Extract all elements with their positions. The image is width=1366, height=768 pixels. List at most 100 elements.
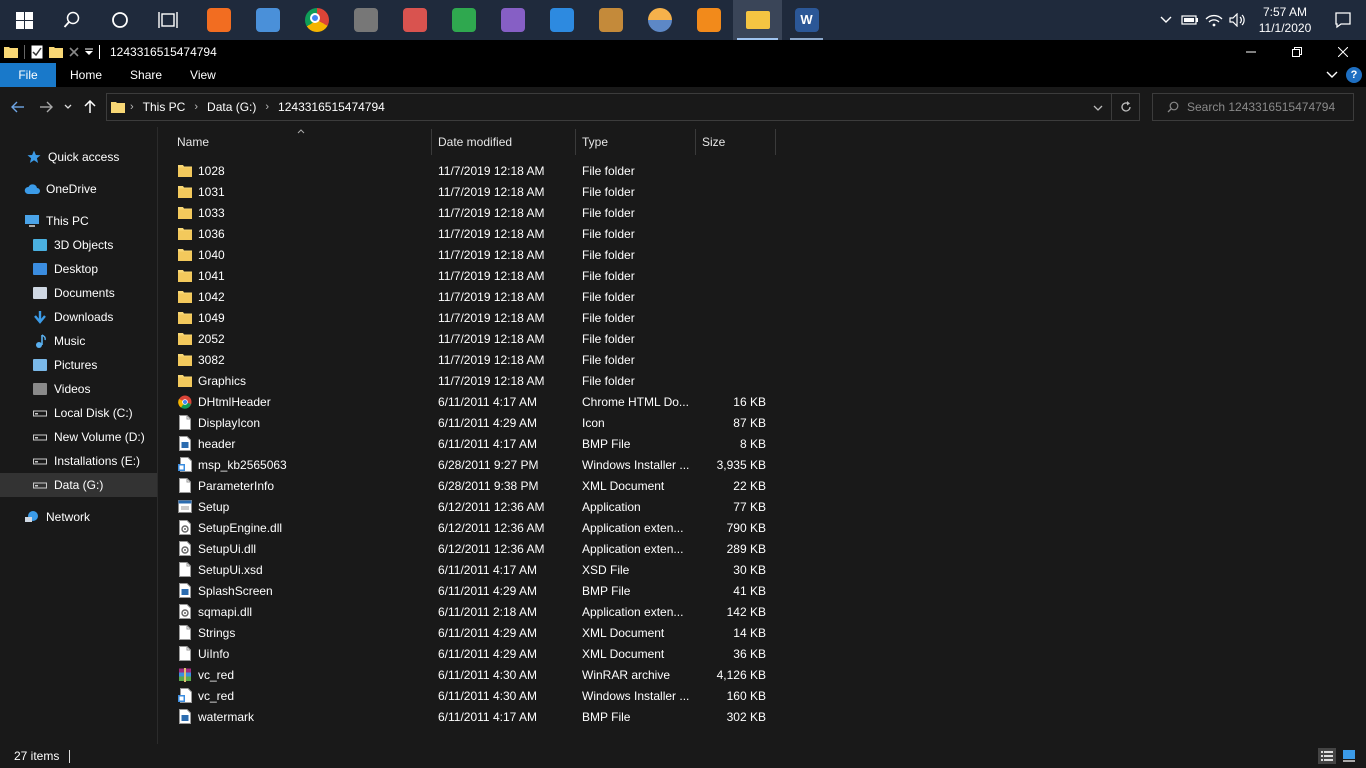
table-row[interactable]: DHtmlHeader 6/11/2011 4:17 AM Chrome HTML … (159, 391, 768, 412)
customize-toolbar-icon[interactable] (85, 48, 93, 56)
forward-button[interactable] (32, 93, 60, 121)
table-row[interactable]: 1040 11/7/2019 12:18 AM File folder (159, 244, 768, 265)
close-button[interactable] (1320, 40, 1366, 63)
nav-quick-access[interactable]: Quick access (0, 145, 157, 169)
file-name-cell: Graphics (159, 373, 432, 389)
taskbar-app-chrome[interactable] (292, 0, 341, 40)
taskbar-app-laptop-app[interactable] (243, 0, 292, 40)
tab-share[interactable]: Share (116, 63, 176, 87)
table-row[interactable]: msp_kb2565063 6/28/2011 9:27 PM Windows In… (159, 454, 768, 475)
table-row[interactable]: 2052 11/7/2019 12:18 AM File folder (159, 328, 768, 349)
taskbar-app-git[interactable] (586, 0, 635, 40)
column-header-date[interactable]: Date modified (432, 129, 576, 155)
table-row[interactable]: 1041 11/7/2019 12:18 AM File folder (159, 265, 768, 286)
cortana-button[interactable] (96, 0, 144, 40)
help-icon[interactable]: ? (1346, 67, 1362, 83)
nav-item-videos[interactable]: Videos (0, 377, 157, 401)
nav-item-desktop[interactable]: Desktop (0, 257, 157, 281)
properties-icon[interactable] (31, 45, 43, 59)
search-button[interactable] (48, 0, 96, 40)
table-row[interactable]: UiInfo 6/11/2011 4:29 AM XML Document 36 KB (159, 643, 768, 664)
taskbar-app-green-bin[interactable] (439, 0, 488, 40)
nav-item-music[interactable]: Music (0, 329, 157, 353)
column-header-size[interactable]: Size (696, 129, 776, 155)
large-icons-view-button[interactable] (1340, 748, 1358, 764)
clock[interactable]: 7:57 AM 11/1/2020 (1250, 4, 1320, 36)
table-row[interactable]: 1028 11/7/2019 12:18 AM File folder (159, 160, 768, 181)
nav-onedrive[interactable]: OneDrive (0, 177, 157, 201)
task-view-button[interactable] (144, 0, 192, 40)
nav-item-documents[interactable]: Documents (0, 281, 157, 305)
search-box[interactable] (1152, 93, 1354, 121)
taskbar-app-weather[interactable] (635, 0, 684, 40)
expand-ribbon-icon[interactable] (1326, 71, 1338, 79)
taskbar-app-word[interactable]: W (782, 0, 831, 40)
action-center-button[interactable] (1320, 0, 1366, 40)
table-row[interactable]: 1033 11/7/2019 12:18 AM File folder (159, 202, 768, 223)
breadcrumb-this-pc[interactable]: This PC (139, 100, 190, 114)
table-row[interactable]: SetupUi.dll 6/12/2011 12:36 AM Application… (159, 538, 768, 559)
table-row[interactable]: sqmapi.dll 6/11/2011 2:18 AM Application e… (159, 601, 768, 622)
battery-button[interactable] (1178, 0, 1202, 40)
table-row[interactable]: ParameterInfo 6/28/2011 9:38 PM XML Docume… (159, 475, 768, 496)
table-row[interactable]: 3082 11/7/2019 12:18 AM File folder (159, 349, 768, 370)
refresh-button[interactable] (1111, 94, 1139, 120)
breadcrumb-data-drive[interactable]: Data (G:) (203, 100, 260, 114)
table-row[interactable]: header 6/11/2011 4:17 AM BMP File 8 KB (159, 433, 768, 454)
back-button[interactable] (4, 93, 32, 121)
table-row[interactable]: 1042 11/7/2019 12:18 AM File folder (159, 286, 768, 307)
nav-network[interactable]: Network (0, 505, 157, 529)
tab-file[interactable]: File (0, 63, 56, 87)
table-row[interactable]: 1031 11/7/2019 12:18 AM File folder (159, 181, 768, 202)
taskbar-app-paint[interactable] (390, 0, 439, 40)
table-row[interactable]: SetupUi.xsd 6/11/2011 4:17 AM XSD File 30 K… (159, 559, 768, 580)
new-folder-icon[interactable] (49, 46, 63, 58)
wifi-button[interactable] (1202, 0, 1226, 40)
taskbar-app-search-tool[interactable] (194, 0, 243, 40)
start-button[interactable] (0, 0, 48, 40)
nav-item-3d-objects[interactable]: 3D Objects (0, 233, 157, 257)
show-hidden-icons-button[interactable] (1154, 0, 1178, 40)
details-view-button[interactable] (1318, 748, 1336, 764)
delete-icon[interactable] (69, 46, 79, 57)
up-button[interactable] (76, 93, 104, 121)
recent-locations-button[interactable] (60, 93, 76, 121)
nav-item-pictures[interactable]: Pictures (0, 353, 157, 377)
table-row[interactable]: DisplayIcon 6/11/2011 4:29 AM Icon 87 KB (159, 412, 768, 433)
nav-item-downloads[interactable]: Downloads (0, 305, 157, 329)
taskbar-app-pdf[interactable] (684, 0, 733, 40)
column-header-type[interactable]: Type (576, 129, 696, 155)
nav-label: Network (46, 510, 91, 524)
taskbar-app-calculator[interactable] (341, 0, 390, 40)
taskbar-app-visual-studio[interactable] (488, 0, 537, 40)
table-row[interactable]: SetupEngine.dll 6/12/2011 12:36 AM Applica… (159, 517, 768, 538)
table-row[interactable]: Graphics 11/7/2019 12:18 AM File folder (159, 370, 768, 391)
table-row[interactable]: vc_red 6/11/2011 4:30 AM WinRAR archive 4,1… (159, 664, 768, 685)
nav-item-new-volume-d[interactable]: New Volume (D:) (0, 425, 157, 449)
tab-view[interactable]: View (176, 63, 230, 87)
table-row[interactable]: vc_red 6/11/2011 4:30 AM Windows Installer… (159, 685, 768, 706)
restore-button[interactable] (1274, 40, 1320, 63)
volume-button[interactable] (1226, 0, 1250, 40)
breadcrumb-separator[interactable]: › (260, 101, 274, 113)
search-input[interactable] (1187, 100, 1347, 114)
address-bar[interactable]: › This PC › Data (G:) › 1243316515474794 (106, 93, 1140, 121)
minimize-button[interactable] (1228, 40, 1274, 63)
breadcrumb-separator[interactable]: › (189, 101, 203, 113)
table-row[interactable]: Setup 6/12/2011 12:36 AM Application 77 KB (159, 496, 768, 517)
table-row[interactable]: Strings 6/11/2011 4:29 AM XML Document 14 K… (159, 622, 768, 643)
taskbar-app-mail[interactable] (537, 0, 586, 40)
table-row[interactable]: 1036 11/7/2019 12:18 AM File folder (159, 223, 768, 244)
nav-item-data-g[interactable]: Data (G:) (0, 473, 157, 497)
nav-item-installations-e[interactable]: Installations (E:) (0, 449, 157, 473)
table-row[interactable]: 1049 11/7/2019 12:18 AM File folder (159, 307, 768, 328)
table-row[interactable]: SplashScreen 6/11/2011 4:29 AM BMP File 41 … (159, 580, 768, 601)
column-header-name[interactable]: Name (159, 129, 432, 155)
address-history-button[interactable] (1093, 102, 1103, 116)
table-row[interactable]: watermark 6/11/2011 4:17 AM BMP File 302 KB (159, 706, 768, 727)
nav-item-local-disk-c[interactable]: Local Disk (C:) (0, 401, 157, 425)
taskbar-app-file-explorer[interactable] (733, 0, 782, 40)
nav-this-pc[interactable]: This PC (0, 209, 157, 233)
breadcrumb-current-folder[interactable]: 1243316515474794 (274, 100, 389, 114)
tab-home[interactable]: Home (56, 63, 116, 87)
